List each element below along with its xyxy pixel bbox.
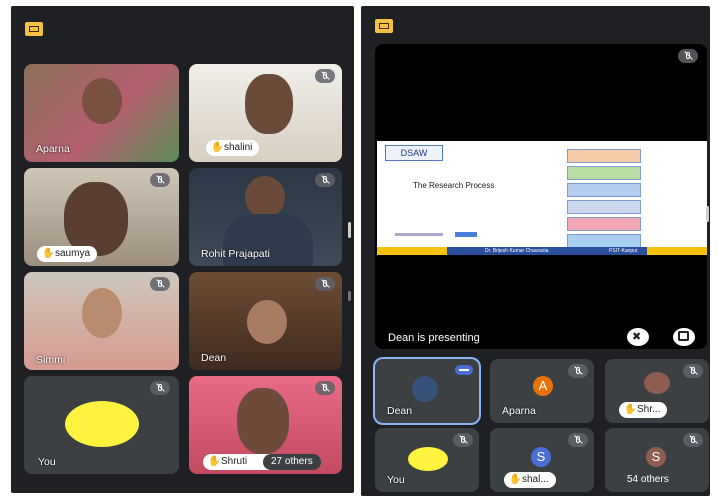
raised-hand-icon: ✋ — [624, 404, 637, 415]
flow-step — [567, 183, 641, 197]
scroll-indicator[interactable] — [348, 222, 351, 238]
muted-mic-icon — [683, 433, 703, 447]
pin-off-icon: ✖ — [632, 331, 642, 343]
slide-title: The Research Process — [413, 181, 495, 190]
participant-tile-aparna[interactable]: A Aparna — [490, 359, 594, 423]
camera-flip-icon[interactable] — [375, 19, 393, 33]
participant-video — [237, 388, 289, 454]
muted-mic-icon — [150, 381, 170, 395]
muted-mic-icon — [315, 277, 335, 291]
flow-step — [567, 166, 641, 180]
slide-footer-author: Dr. Brijesh Kumar Chaurasia — [485, 248, 549, 254]
slide-footer-accent-right — [647, 247, 707, 255]
raised-hand-pill: ✋ saumya — [37, 246, 98, 262]
participant-name: shal... — [522, 474, 549, 485]
right-call-screen: Dean is presenting ✖ DSAW The Research P… — [361, 6, 710, 496]
muted-mic-icon — [568, 364, 588, 378]
raised-hand-pill: ✋ Shr... — [619, 402, 668, 418]
participant-tile-dean[interactable]: Dean — [189, 272, 342, 370]
muted-mic-icon — [315, 381, 335, 395]
avatar: A — [533, 376, 553, 396]
self-avatar — [408, 447, 448, 471]
speaking-indicator — [455, 365, 473, 375]
participant-name: Rohit Prajapati — [201, 248, 270, 260]
raised-hand-icon: ✋ — [208, 456, 221, 467]
participant-tile-shalini[interactable]: ✋ shalini — [189, 64, 342, 162]
raised-hand-icon: ✋ — [42, 248, 55, 259]
participant-name: Shr... — [637, 404, 661, 415]
participant-name: shalini — [224, 142, 253, 153]
avatar: S — [531, 447, 551, 467]
muted-mic-icon — [683, 364, 703, 378]
participant-name: Simmi — [36, 354, 66, 366]
self-avatar — [65, 401, 139, 447]
audio-level-icon — [459, 369, 469, 371]
muted-mic-icon — [568, 433, 588, 447]
muted-mic-icon — [678, 49, 698, 63]
participant-video — [245, 176, 285, 218]
participant-tile-others[interactable]: S 54 others — [605, 428, 709, 492]
camera-flip-icon[interactable] — [25, 22, 43, 36]
participant-name: Dean — [201, 352, 227, 364]
others-count-pill[interactable]: 27 others — [263, 454, 321, 470]
participant-video — [82, 78, 122, 124]
avatar: S — [646, 447, 666, 467]
shared-slide: DSAW The Research Process Dr. Brijesh Ku… — [377, 141, 707, 255]
avatar — [644, 372, 670, 394]
fullscreen-button[interactable] — [673, 328, 695, 346]
participant-name: saumya — [55, 248, 91, 259]
slide-link-highlight — [455, 232, 477, 237]
muted-mic-icon — [315, 69, 335, 83]
slide-badge: DSAW — [385, 145, 443, 161]
participant-name: Aparna — [36, 143, 70, 155]
muted-mic-icon — [150, 173, 170, 187]
participant-tile-you[interactable]: You — [375, 428, 479, 492]
muted-mic-icon — [315, 173, 335, 187]
participant-tile-aparna[interactable]: Aparna — [24, 64, 179, 162]
participant-video — [64, 182, 128, 256]
others-count-pill[interactable]: 54 others — [619, 472, 677, 488]
participant-tile-simmi[interactable]: Simmi — [24, 272, 179, 370]
flow-step — [567, 217, 641, 231]
participant-tile-you[interactable]: You — [24, 376, 179, 474]
participant-tile-saumya[interactable]: ✋ saumya — [24, 168, 179, 266]
participant-tile-rohit-prajapati[interactable]: Rohit Prajapati — [189, 168, 342, 266]
muted-mic-icon — [453, 433, 473, 447]
participant-video — [82, 288, 122, 338]
scroll-indicator[interactable] — [706, 206, 709, 222]
flow-step — [567, 149, 641, 163]
participant-tile-shal[interactable]: S ✋ shal... — [490, 428, 594, 492]
avatar — [412, 376, 438, 402]
slide-footer: Dr. Brijesh Kumar Chaurasia PSIT-Kanpur — [377, 247, 707, 255]
participant-video — [245, 74, 293, 134]
participant-video — [247, 300, 287, 344]
raised-hand-pill: ✋ shal... — [504, 472, 556, 488]
presenting-label: Dean is presenting — [388, 332, 480, 344]
participant-name: Dean — [387, 405, 413, 417]
participant-tile-shr[interactable]: ✋ Shr... — [605, 359, 709, 423]
left-call-screen: Aparna ✋ shalini ✋ saumya Rohit Prajapati … — [11, 6, 354, 493]
participant-tile-dean[interactable]: Dean — [375, 359, 479, 423]
raised-hand-icon: ✋ — [509, 474, 522, 485]
participant-name: Shruti — [221, 456, 248, 467]
participant-name: Aparna — [502, 405, 536, 417]
raised-hand-pill: ✋ shalini — [206, 140, 260, 156]
flow-step — [567, 200, 641, 214]
participant-name: You — [38, 456, 56, 468]
pin-off-button[interactable]: ✖ — [627, 328, 649, 346]
slide-url-bar — [395, 233, 443, 236]
participant-name: You — [387, 474, 405, 486]
raised-hand-icon: ✋ — [211, 142, 224, 153]
fullscreen-icon — [678, 331, 689, 341]
participant-tile-shruti[interactable]: ✋ Shruti 27 others — [189, 376, 342, 474]
slide-footer-accent — [377, 247, 447, 255]
muted-mic-icon — [150, 277, 170, 291]
slide-footer-institute: PSIT-Kanpur — [609, 248, 638, 254]
flow-step — [567, 234, 641, 248]
scroll-indicator-secondary — [348, 291, 351, 301]
